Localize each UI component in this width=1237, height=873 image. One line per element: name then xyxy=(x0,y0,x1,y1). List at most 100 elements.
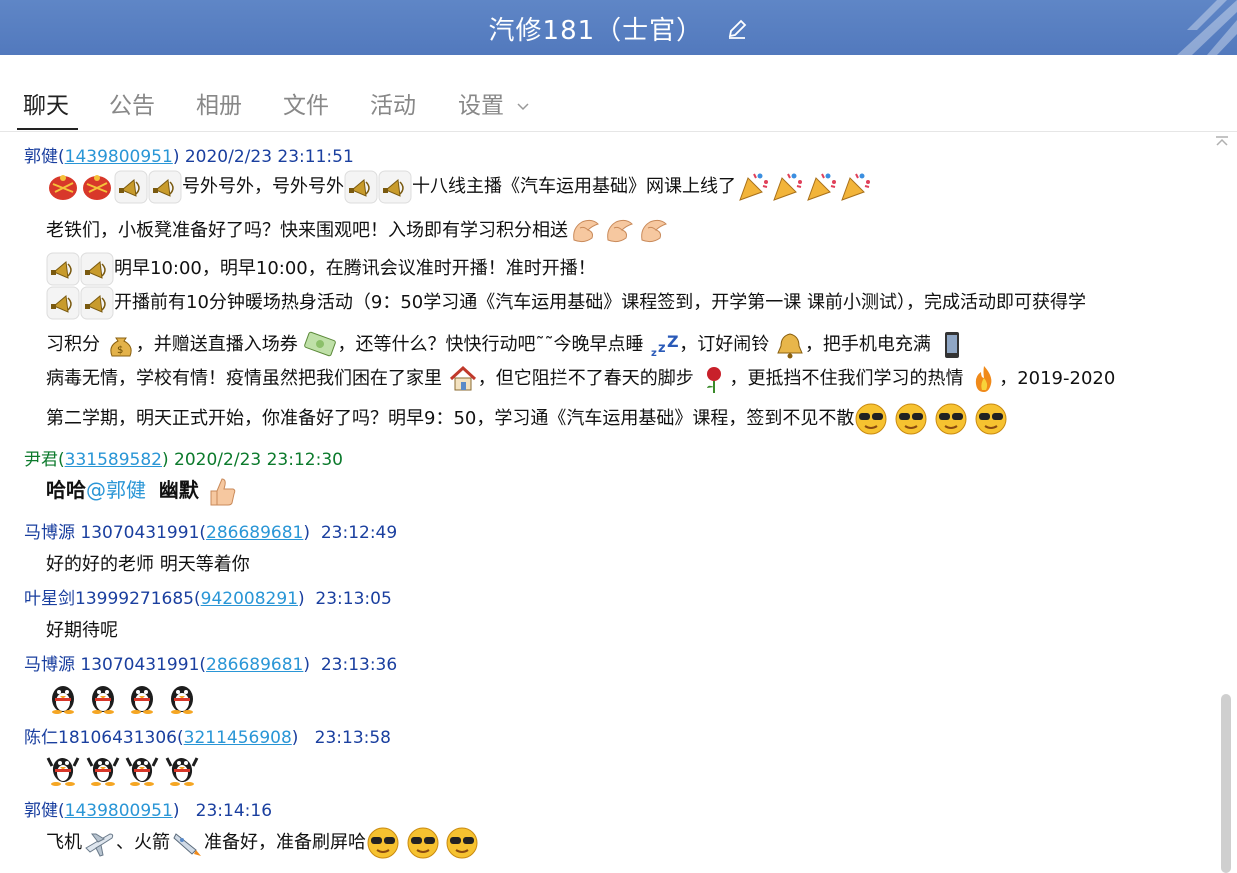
dancing-penguin-icon xyxy=(125,752,159,786)
message-text: 、火箭 xyxy=(116,832,170,853)
penguin-icon xyxy=(165,680,199,714)
title-bar: 汽修181（士官） xyxy=(0,0,1237,55)
tab-album[interactable]: 相册 xyxy=(196,86,242,120)
cool-face-icon xyxy=(366,826,400,860)
money-bag-icon: $ xyxy=(110,337,132,357)
penguin-icon xyxy=(86,680,120,714)
penguin-icon xyxy=(125,680,159,714)
fire-icon xyxy=(976,366,992,392)
clap-hand-icon xyxy=(636,214,670,248)
message-time: 23:12:49 xyxy=(320,523,398,543)
sender-name[interactable]: 郭健 xyxy=(24,147,58,167)
message-text: 号外号外，号外号外 xyxy=(182,176,344,197)
message-text: 好的好的老师 明天等着你 xyxy=(46,554,250,575)
cool-face-icon xyxy=(934,402,968,436)
horn-icon xyxy=(378,170,412,204)
tab-chat[interactable]: 聊天 xyxy=(23,86,69,120)
tab-announcement[interactable]: 公告 xyxy=(109,86,155,120)
message-header: 尹君(331589582) 2020/2/23 23:12:30 xyxy=(24,450,343,470)
house-icon xyxy=(449,365,476,391)
sender-name[interactable]: 尹君 xyxy=(24,450,58,470)
cool-face-icon xyxy=(854,402,888,436)
message-text: ，订好闹铃 xyxy=(679,334,770,355)
sender-name[interactable]: 陈仁18106431306 xyxy=(24,728,177,748)
message-text: 飞机 xyxy=(46,832,82,853)
sender-name[interactable]: 叶星剑13999271685 xyxy=(24,589,194,609)
chat-message-area[interactable]: 郭健(1439800951) 2020/2/23 23:11:51 号外号外，号… xyxy=(0,132,1237,873)
horn-icon xyxy=(46,252,80,286)
sender-name[interactable]: 马博源 13070431991 xyxy=(24,523,199,543)
horn-icon xyxy=(148,170,182,204)
dancing-penguin-icon xyxy=(165,752,199,786)
sender-qq-link[interactable]: 3211456908 xyxy=(184,728,292,748)
message-text: 第二学期，明天正式开始，你准备好了吗？明早9：50，学习通《汽车运用基础》课程，… xyxy=(46,408,855,429)
penguin-icon xyxy=(46,680,80,714)
message-text: 准备好，准备刷屏哈 xyxy=(204,832,366,853)
message-line: 开播前有10分钟暖场热身活动（9：50学习通《汽车运用基础》课程签到，开学第一课… xyxy=(46,286,1086,320)
tab-settings-label: 设置 xyxy=(458,93,504,119)
phone-icon xyxy=(944,332,959,358)
party-popper-icon xyxy=(838,170,872,204)
cool-face-icon xyxy=(894,402,928,436)
sender-qq-link[interactable]: 286689681 xyxy=(206,655,303,675)
scroll-to-top-icon[interactable] xyxy=(1215,132,1229,151)
scrollbar-thumb[interactable] xyxy=(1221,694,1231,873)
tab-activity[interactable]: 活动 xyxy=(370,86,416,120)
message-text: 病毒无情，学校有情！疫情虽然把我们困在了家里 xyxy=(46,368,442,389)
message-text: ，并赠送直播入场券 xyxy=(135,334,298,355)
message-line: 好的好的老师 明天等着你 xyxy=(46,550,250,576)
message-text: ，但它阻拦不了春天的脚步 xyxy=(477,368,694,389)
cool-face-icon xyxy=(974,402,1008,436)
message-text: ，更抵挡不住我们学习的热情 xyxy=(729,368,964,389)
message-text: 习积分 xyxy=(46,334,100,355)
cool-face-icon xyxy=(406,826,440,860)
svg-text:$: $ xyxy=(117,345,123,356)
mention-link[interactable]: @郭健 xyxy=(86,478,146,502)
clap-hand-icon xyxy=(602,214,636,248)
message-header: 郭健(1439800951) 2020/2/23 23:11:51 xyxy=(24,147,354,167)
party-popper-icon xyxy=(736,170,770,204)
message-line xyxy=(46,680,199,714)
message-text: 开播前有10分钟暖场热身活动（9：50学习通《汽车运用基础》课程签到，开学第一课… xyxy=(114,292,1086,313)
sender-name[interactable]: 马博源 13070431991 xyxy=(24,655,199,675)
sender-qq-link[interactable]: 1439800951 xyxy=(65,801,173,821)
tab-settings[interactable]: 设置 xyxy=(458,86,531,120)
banknote-icon xyxy=(304,331,337,357)
message-time: 23:14:16 xyxy=(195,801,273,821)
sender-qq-link[interactable]: 1439800951 xyxy=(65,147,173,167)
tab-bar: 聊天 公告 相册 文件 活动 设置 xyxy=(0,55,1237,132)
message-line: 习积分 $ ，并赠送直播入场券 ，还等什么？快快行动吧˜˜今晚早点睡 z z Z ，订好… xyxy=(46,328,967,362)
message-header: 陈仁18106431306(3211456908) 23:13:58 xyxy=(24,728,391,748)
sender-qq-link[interactable]: 942008291 xyxy=(201,589,298,609)
title-glare-decoration xyxy=(1117,0,1237,55)
party-popper-icon xyxy=(804,170,838,204)
edit-icon[interactable] xyxy=(726,17,748,47)
message-text: 十八线主播《汽车运用基础》网课上线了 xyxy=(412,176,736,197)
firecracker-icon xyxy=(46,170,80,204)
tab-files[interactable]: 文件 xyxy=(283,86,329,120)
chevron-down-icon xyxy=(517,102,529,110)
message-time: 23:13:36 xyxy=(320,655,398,675)
thumbs-up-icon xyxy=(210,477,236,505)
horn-icon xyxy=(344,170,378,204)
message-time: 23:13:05 xyxy=(315,589,392,609)
sender-name[interactable]: 郭健 xyxy=(24,801,58,821)
dancing-penguin-icon xyxy=(46,752,80,786)
message-header: 马博源 13070431991(286689681) 23:12:49 xyxy=(24,523,398,543)
message-line: 好期待呢 xyxy=(46,616,118,642)
window-title: 汽修181（士官） xyxy=(488,16,704,46)
rose-icon xyxy=(707,367,722,393)
message-line: 哈哈@郭健 幽默 xyxy=(46,474,239,509)
window-title-row: 汽修181（士官） xyxy=(0,10,1237,47)
horn-icon xyxy=(114,170,148,204)
horn-icon xyxy=(80,252,114,286)
party-popper-icon xyxy=(770,170,804,204)
sleep-zzz-icon: zzZ xyxy=(651,332,679,359)
horn-icon xyxy=(80,286,114,320)
message-line: 第二学期，明天正式开始，你准备好了吗？明早9：50，学习通《汽车运用基础》课程，… xyxy=(46,402,1008,436)
firecracker-icon xyxy=(80,170,114,204)
sender-qq-link[interactable]: 286689681 xyxy=(206,523,303,543)
message-header: 叶星剑13999271685(942008291) 23:13:05 xyxy=(24,589,392,609)
sender-qq-link[interactable]: 331589582 xyxy=(65,450,162,470)
message-text: ，把手机电充满 xyxy=(804,334,931,355)
